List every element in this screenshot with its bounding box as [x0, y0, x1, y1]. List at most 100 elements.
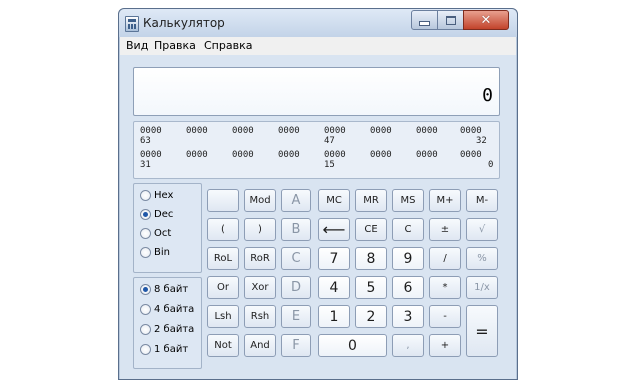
hex-f-button[interactable]: F: [281, 334, 311, 357]
calculator-app-icon[interactable]: [125, 16, 139, 32]
bits-group: 0000: [186, 150, 208, 160]
minimize-icon: [419, 20, 430, 26]
digit-5-button[interactable]: 5: [355, 276, 387, 299]
clear-button[interactable]: C: [392, 218, 424, 241]
hex-a-button[interactable]: A: [281, 189, 311, 212]
memory-clear-button[interactable]: MC: [318, 189, 350, 212]
radio-label: Hex: [154, 190, 174, 201]
radio-button-icon: [140, 324, 151, 335]
bits-group: 0000: [324, 150, 346, 160]
result-display: 0: [133, 67, 500, 116]
radio-2-bytes[interactable]: 2 байта: [140, 324, 194, 335]
bit-position-label: 63: [140, 136, 151, 146]
digit-4-button[interactable]: 4: [318, 276, 350, 299]
bits-group: 0000: [416, 126, 438, 136]
window-title: Калькулятор: [143, 16, 225, 30]
radio-label: 4 байта: [154, 304, 195, 315]
equals-button[interactable]: =: [466, 305, 498, 357]
bits-group: 0000: [416, 150, 438, 160]
minimize-button[interactable]: [411, 10, 438, 30]
close-icon: ✕: [480, 12, 492, 28]
radio-button-icon: [140, 209, 151, 220]
menu-bar: Вид Правка Справка: [120, 37, 516, 55]
sqrt-button[interactable]: √: [466, 218, 498, 241]
radio-button-icon: [140, 247, 151, 258]
clear-entry-button[interactable]: CE: [355, 218, 387, 241]
close-button[interactable]: ✕: [463, 10, 509, 30]
radio-8-bytes[interactable]: 8 байт: [140, 284, 188, 295]
multiply-button[interactable]: *: [429, 276, 461, 299]
radio-label: 1 байт: [154, 344, 189, 355]
radio-dec[interactable]: Dec: [140, 209, 173, 220]
maximize-icon: [445, 15, 456, 25]
not-button[interactable]: Not: [207, 334, 239, 357]
hex-b-button[interactable]: B: [281, 218, 311, 241]
digit-8-button[interactable]: 8: [355, 247, 387, 270]
or-button[interactable]: Or: [207, 276, 239, 299]
bits-group: 0000: [370, 126, 392, 136]
bit-position-label: 32: [476, 136, 487, 146]
digit-0-button[interactable]: 0: [318, 334, 387, 357]
bits-group: 0000: [232, 150, 254, 160]
bits-group: 0000: [370, 150, 392, 160]
bits-group: 0000: [232, 126, 254, 136]
radio-label: Dec: [154, 209, 174, 220]
maximize-button[interactable]: [437, 10, 464, 30]
binary-bits-panel: 0000 0000 0000 0000 0000 0000 0000 0000 …: [133, 121, 500, 179]
bits-group: 0000: [278, 150, 300, 160]
digit-1-button[interactable]: 1: [318, 305, 350, 328]
bits-group: 0000: [460, 126, 482, 136]
close-paren-button[interactable]: ): [244, 218, 276, 241]
digit-3-button[interactable]: 3: [392, 305, 424, 328]
radio-label: 2 байта: [154, 324, 195, 335]
subtract-button[interactable]: -: [429, 305, 461, 328]
bit-position-label: 15: [324, 160, 335, 170]
bit-position-label: 0: [488, 160, 494, 170]
radio-bin[interactable]: Bin: [140, 247, 170, 258]
menu-edit[interactable]: Правка: [154, 39, 196, 52]
reciprocal-button[interactable]: 1/x: [466, 276, 498, 299]
memory-recall-button[interactable]: MR: [355, 189, 387, 212]
decimal-button[interactable]: ,: [392, 334, 424, 357]
radio-label: 8 байт: [154, 284, 189, 295]
bits-group: 0000: [460, 150, 482, 160]
divide-button[interactable]: /: [429, 247, 461, 270]
blank-key[interactable]: [207, 189, 239, 212]
radio-oct[interactable]: Oct: [140, 228, 171, 239]
backspace-button[interactable]: ⟵: [318, 218, 350, 241]
right-shift-button[interactable]: Rsh: [244, 305, 276, 328]
mod-button[interactable]: Mod: [244, 189, 276, 212]
calculator-body: 0 0000 0000 0000 0000 0000 0000 0000 000…: [120, 55, 516, 379]
memory-store-button[interactable]: MS: [392, 189, 424, 212]
digit-6-button[interactable]: 6: [392, 276, 424, 299]
add-button[interactable]: +: [429, 334, 461, 357]
open-paren-button[interactable]: (: [207, 218, 239, 241]
radio-button-icon: [140, 344, 151, 355]
bit-position-label: 47: [324, 136, 335, 146]
rotate-right-button[interactable]: RoR: [244, 247, 276, 270]
rotate-left-button[interactable]: RoL: [207, 247, 239, 270]
left-shift-button[interactable]: Lsh: [207, 305, 239, 328]
menu-view[interactable]: Вид: [126, 39, 148, 52]
number-base-group: Hex Dec Oct Bin: [133, 183, 202, 273]
title-bar[interactable]: Калькулятор ✕: [119, 9, 517, 37]
radio-label: Bin: [154, 247, 170, 258]
percent-button[interactable]: %: [466, 247, 498, 270]
radio-1-byte[interactable]: 1 байт: [140, 344, 188, 355]
and-button[interactable]: And: [244, 334, 276, 357]
radio-button-icon: [140, 284, 151, 295]
plus-minus-button[interactable]: ±: [429, 218, 461, 241]
xor-button[interactable]: Xor: [244, 276, 276, 299]
memory-add-button[interactable]: M+: [429, 189, 461, 212]
hex-d-button[interactable]: D: [281, 276, 311, 299]
digit-2-button[interactable]: 2: [355, 305, 387, 328]
menu-help[interactable]: Справка: [204, 39, 252, 52]
digit-7-button[interactable]: 7: [318, 247, 350, 270]
radio-label: Oct: [154, 228, 172, 239]
memory-subtract-button[interactable]: M-: [466, 189, 498, 212]
hex-c-button[interactable]: C: [281, 247, 311, 270]
hex-e-button[interactable]: E: [281, 305, 311, 328]
radio-hex[interactable]: Hex: [140, 190, 173, 201]
digit-9-button[interactable]: 9: [392, 247, 424, 270]
radio-4-bytes[interactable]: 4 байта: [140, 304, 194, 315]
